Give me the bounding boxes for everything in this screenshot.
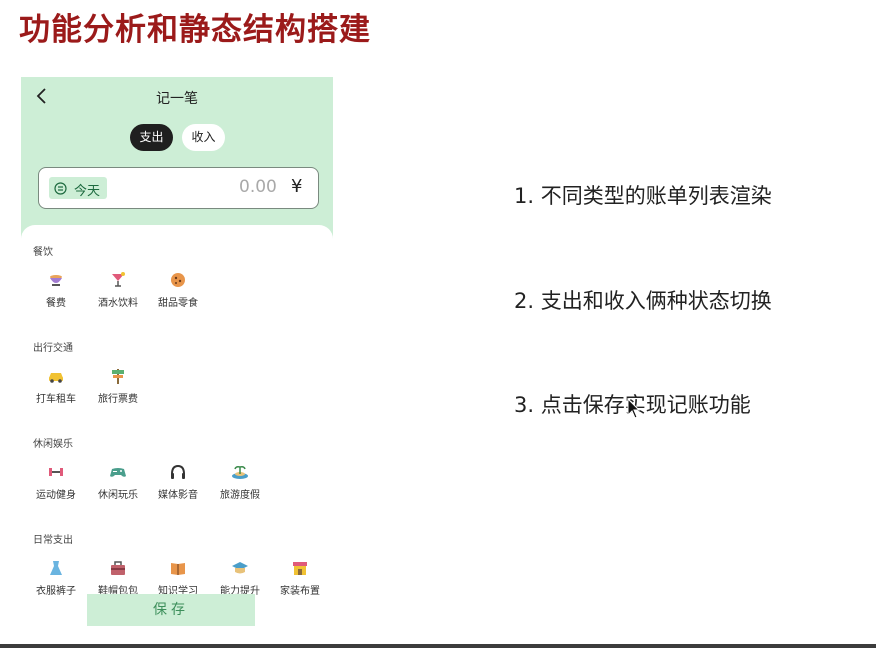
category-label: 休闲玩乐 [98,490,138,501]
category-label: 媒体影音 [158,490,198,501]
category-label: 旅行票费 [98,394,138,405]
page-title: 记一笔 [156,91,198,107]
book-icon [171,563,185,575]
category-item[interactable]: 媒体影音 [147,463,209,503]
category-item[interactable]: 打车租车 [25,367,87,407]
calendar-icon [54,182,67,195]
category-item[interactable]: 旅行票费 [87,367,149,407]
feature-point: 1. 不同类型的账单列表渲染 [514,184,772,208]
category-item[interactable]: 旅游度假 [209,463,271,503]
storefront-icon [293,562,307,575]
car-icon [49,373,63,383]
island-icon [232,466,248,479]
category-item[interactable]: 知识学习 [147,559,209,599]
dumbbell-icon [49,468,63,476]
cookie-icon [171,273,185,287]
category-sheet: 餐饮 餐费 酒水饮料 甜品零食 出行交通 打车租车 旅行票费 休闲娱乐 运动健身… [21,225,333,648]
category-item[interactable]: 酒水饮料 [87,271,149,311]
graduation-cap-icon [232,562,248,574]
slide-title: 功能分析和静态结构搭建 [19,12,371,48]
phone-screen: 记一笔 支出 收入 今天 0.00 ¥ 餐饮 餐费 酒水饮料 甜品零食 出行交通… [21,77,333,648]
signpost-icon [112,369,124,384]
feature-point: 2. 支出和收入俩种状态切换 [514,289,772,313]
tab-expense[interactable]: 支出 [130,124,173,151]
category-item[interactable]: 餐费 [25,271,87,311]
category-label: 甜品零食 [158,298,198,309]
bag-icon [111,561,125,575]
gamepad-icon [110,468,126,477]
currency-symbol: ¥ [291,176,303,197]
section-title: 日常支出 [33,535,73,546]
category-label: 运动健身 [36,490,76,501]
tab-income[interactable]: 收入 [182,124,225,151]
category-label: 旅游度假 [220,490,260,501]
category-label: 餐费 [46,298,66,309]
date-picker[interactable]: 今天 [49,177,107,199]
category-label: 打车租车 [36,394,76,405]
category-item[interactable]: 家装布置 [269,559,331,599]
mouse-cursor-icon [627,398,641,419]
cocktail-icon [112,272,125,287]
category-label: 衣服裤子 [36,586,76,597]
category-label: 家装布置 [280,586,320,597]
category-item[interactable]: 能力提升 [209,559,271,599]
dress-icon [50,561,62,575]
amount-card: 今天 0.00 ¥ [38,167,319,209]
date-label: 今天 [74,184,101,199]
section-title: 餐饮 [33,247,53,258]
bowl-icon [50,275,62,286]
save-button[interactable]: 保存 [87,594,255,626]
category-item[interactable]: 甜品零食 [147,271,209,311]
section-title: 休闲娱乐 [33,439,73,450]
category-item[interactable]: 鞋帽包包 [87,559,149,599]
category-item[interactable]: 衣服裤子 [25,559,87,599]
headphones-icon [171,464,185,479]
category-item[interactable]: 运动健身 [25,463,87,503]
amount-input[interactable]: 0.00 [239,177,277,197]
category-label: 酒水饮料 [98,298,138,309]
category-item[interactable]: 休闲玩乐 [87,463,149,503]
section-title: 出行交通 [33,343,73,354]
bottom-edge [0,644,876,648]
